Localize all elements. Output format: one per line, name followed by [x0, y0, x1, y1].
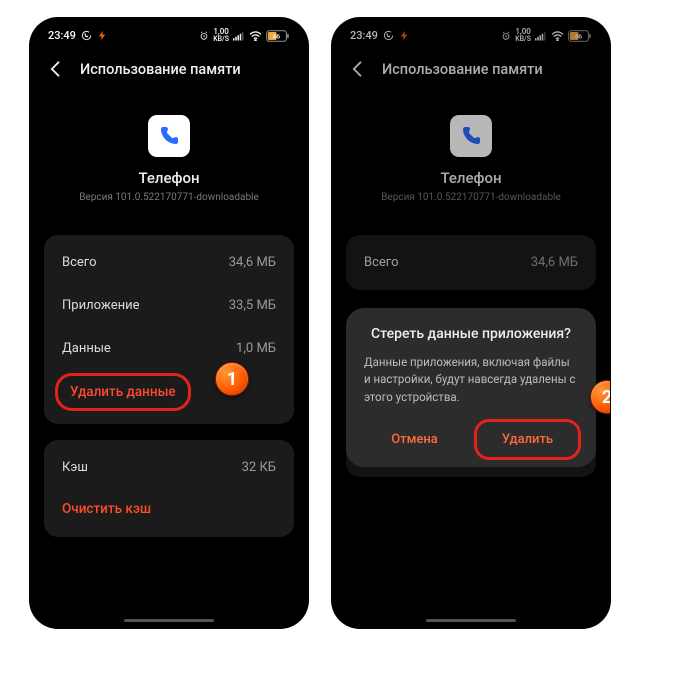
phone-right: 23:49 1,00KB/S 46 Использование памяти Т…: [332, 18, 610, 628]
app-version: Версия 101.0.522170771-downloadable: [30, 192, 308, 203]
phone-left: 23:49 1,00KB/S 46 Использование памяти Т…: [30, 18, 308, 628]
dialog-message: Данные приложения, включая файлы и настр…: [364, 354, 578, 406]
step-badge-1: 1: [215, 362, 249, 396]
clear-data-button[interactable]: Удалить данные: [58, 376, 188, 408]
header: Использование памяти: [30, 49, 308, 93]
row-app: Приложение 33,5 МБ: [44, 284, 294, 327]
dialog-cancel-button[interactable]: Отмена: [364, 422, 465, 457]
alarm-icon: [199, 31, 209, 41]
row-data: Данные 1,0 МБ: [44, 327, 294, 370]
app-icon: [148, 115, 190, 157]
app-name: Телефон: [30, 169, 308, 187]
back-icon[interactable]: [46, 59, 66, 79]
confirm-dialog: Стереть данные приложения? Данные прилож…: [346, 308, 596, 467]
page-title: Использование памяти: [80, 61, 241, 78]
signal-icon: [233, 31, 245, 41]
row-cache: Кэш 32 КБ: [44, 446, 294, 489]
dialog-confirm-button[interactable]: Удалить: [477, 422, 578, 457]
svg-text:46: 46: [272, 32, 280, 40]
wifi-icon: [249, 31, 262, 41]
app-summary: Телефон Версия 101.0.522170771-downloada…: [30, 93, 308, 219]
status-bar: 23:49 1,00KB/S 46: [30, 18, 308, 49]
home-indicator[interactable]: [124, 619, 214, 622]
storage-card: Всего 34,6 МБ Приложение 33,5 МБ Данные …: [44, 235, 294, 424]
status-time: 23:49: [48, 29, 76, 42]
home-indicator[interactable]: [426, 619, 516, 622]
cache-card: Кэш 32 КБ Очистить кэш: [44, 440, 294, 537]
net-rate: 1,00KB/S: [213, 28, 229, 43]
whatsapp-icon: [81, 30, 92, 41]
clear-cache-button[interactable]: Очистить кэш: [44, 489, 294, 531]
dialog-title: Стереть данные приложения?: [364, 326, 578, 342]
bolt-icon: [97, 30, 108, 41]
row-total: Всего 34,6 МБ: [44, 241, 294, 284]
battery-icon: 46: [266, 30, 290, 42]
